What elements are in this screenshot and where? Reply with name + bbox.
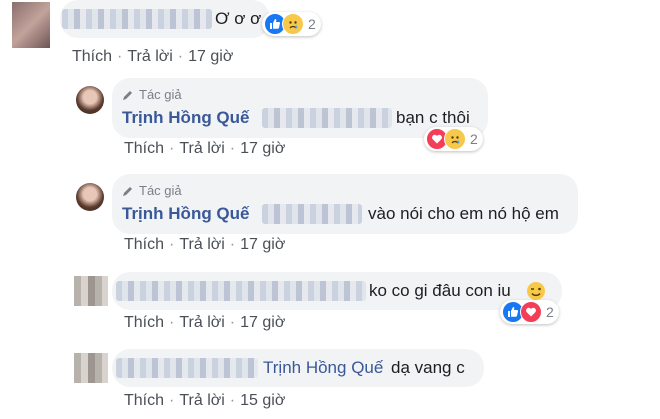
separator: ·	[169, 392, 175, 409]
sad-icon	[282, 13, 304, 35]
pencil-icon	[123, 91, 132, 100]
like-link[interactable]: Thích	[72, 48, 112, 66]
reply-link[interactable]: Trả lời	[179, 236, 224, 254]
timestamp[interactable]: 17 giờ	[188, 48, 233, 66]
like-link[interactable]: Thích	[124, 314, 164, 332]
reaction-count: 2	[546, 304, 554, 320]
separator: ·	[229, 314, 236, 331]
mention-link[interactable]: Trịnh Hồng Quế	[263, 358, 383, 378]
like-link[interactable]: Thích	[124, 236, 164, 254]
comment-actions: Thích · Trả lời · 17 giờ	[124, 236, 285, 254]
timestamp[interactable]: 17 giờ	[240, 236, 285, 254]
comment-text: bạn c thôi	[396, 108, 470, 127]
comment-text: vào nói cho em nó hộ em	[368, 204, 559, 223]
author-badge: Tác giả	[122, 85, 182, 105]
comment-actions: Thích · Trả lời · 17 giờ	[124, 140, 285, 158]
author-avatar[interactable]	[76, 183, 104, 211]
comment-bubble: Tác giả Trịnh Hồng Quế vào nói cho em nó…	[112, 174, 578, 234]
badge-label: Tác giả	[139, 87, 182, 102]
like-link[interactable]: Thích	[124, 392, 164, 410]
reaction-summary[interactable]: 2	[262, 12, 321, 36]
separator: ·	[169, 236, 175, 253]
separator: ·	[177, 48, 184, 65]
timestamp[interactable]: 15 giờ	[240, 392, 285, 410]
separator: ·	[117, 48, 123, 65]
comment-text: ko co gi đâu con iu	[369, 281, 511, 300]
commenter-avatar[interactable]	[74, 276, 108, 306]
commenter-avatar[interactable]	[74, 353, 108, 383]
reaction-summary[interactable]: 2	[500, 300, 559, 324]
separator: ·	[229, 392, 236, 409]
badge-label: Tác giả	[139, 183, 182, 198]
comment-text: Ơ ơ ơ	[215, 9, 262, 28]
comment-actions: Thích · Trả lời · 17 giờ	[124, 314, 285, 332]
comment-actions: Thích · Trả lời · 17 giờ	[72, 48, 233, 66]
sad-icon	[444, 128, 466, 150]
reaction-count: 2	[470, 131, 478, 147]
separator: ·	[229, 140, 236, 157]
reaction-count: 2	[308, 16, 316, 32]
reply-link[interactable]: Trả lời	[179, 392, 224, 410]
comment-text: dạ vang c	[391, 358, 465, 377]
winking-emoji-icon	[527, 282, 545, 300]
separator: ·	[229, 236, 236, 253]
pencil-icon	[123, 187, 132, 196]
timestamp[interactable]: 17 giờ	[240, 140, 285, 158]
like-link[interactable]: Thích	[124, 140, 164, 158]
blurred-name	[62, 9, 212, 29]
blurred-name	[116, 281, 366, 301]
reply-link[interactable]: Trả lời	[179, 314, 224, 332]
reply-link[interactable]: Trả lời	[127, 48, 172, 66]
author-badge: Tác giả	[122, 181, 182, 201]
separator: ·	[169, 140, 175, 157]
comment-bubble: Trịnh Hồng Quế dạ vang c	[112, 349, 484, 387]
blurred-mention	[262, 108, 392, 128]
comment-bubble: Ơ ơ ơ	[60, 0, 270, 38]
author-name[interactable]: Trịnh Hồng Quế	[122, 108, 250, 128]
blurred-name	[116, 358, 258, 378]
timestamp[interactable]: 17 giờ	[240, 314, 285, 332]
love-icon	[520, 301, 542, 323]
author-name[interactable]: Trịnh Hồng Quế	[122, 204, 250, 224]
reply-link[interactable]: Trả lời	[179, 140, 224, 158]
separator: ·	[169, 314, 175, 331]
comment-actions: Thích · Trả lời · 15 giờ	[124, 392, 285, 410]
blurred-mention	[262, 204, 362, 224]
commenter-avatar[interactable]	[12, 2, 50, 48]
author-avatar[interactable]	[76, 86, 104, 114]
comment-bubble: ko co gi đâu con iu	[112, 272, 562, 310]
reaction-summary[interactable]: 2	[424, 127, 483, 151]
